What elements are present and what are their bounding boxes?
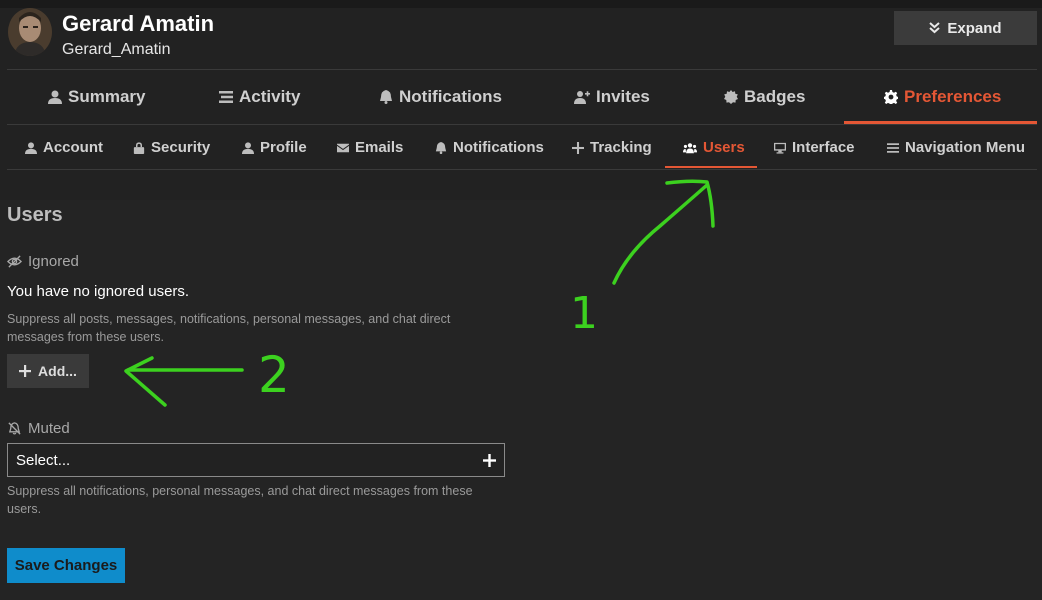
subtab-emails[interactable]: Emails <box>337 125 403 170</box>
tab-preferences[interactable]: Preferences <box>884 70 1001 124</box>
plus-icon <box>572 141 584 154</box>
gear-icon <box>884 90 898 104</box>
tab-invites[interactable]: Invites <box>574 70 650 124</box>
bell-icon <box>435 141 447 154</box>
subtab-navigation-menu-label: Navigation Menu <box>905 139 1026 156</box>
double-chevron-down-icon <box>929 22 941 34</box>
user-icon <box>25 141 37 154</box>
ignored-label: Ignored <box>7 253 79 270</box>
subtab-tracking[interactable]: Tracking <box>572 125 652 170</box>
subtab-profile[interactable]: Profile <box>242 125 307 170</box>
subtab-account-label: Account <box>43 139 103 156</box>
muted-label: Muted <box>7 420 70 437</box>
tab-activity-label: Activity <box>239 87 301 106</box>
add-ignored-button[interactable]: Add... <box>7 354 89 388</box>
subtab-security-label: Security <box>151 139 211 156</box>
certificate-icon <box>724 90 738 104</box>
top-strip <box>0 0 1042 8</box>
lock-icon <box>133 141 145 154</box>
tab-summary[interactable]: Summary <box>48 70 145 124</box>
plus-icon[interactable] <box>483 453 496 467</box>
expand-label: Expand <box>947 19 1002 37</box>
tab-notifications[interactable]: Notifications <box>379 70 502 124</box>
ignored-help-text: Suppress all posts, messages, notificati… <box>7 312 451 344</box>
section-title: Users <box>7 204 63 226</box>
subtab-interface-label: Interface <box>792 139 855 156</box>
secondary-nav: Account Security Profile Emails Notifica… <box>7 125 1037 170</box>
muted-label-text: Muted <box>28 420 70 437</box>
tab-invites-label: Invites <box>596 87 650 106</box>
subtab-users[interactable]: Users <box>683 125 745 170</box>
subtab-account[interactable]: Account <box>25 125 103 170</box>
page: Gerard Amatin Gerard_Amatin Expand Summa… <box>0 0 1042 600</box>
subtab-notifications[interactable]: Notifications <box>435 125 544 170</box>
ignored-label-text: Ignored <box>28 253 79 270</box>
user-icon <box>242 141 254 154</box>
subtab-navigation-menu[interactable]: Navigation Menu <box>887 125 1025 170</box>
ignored-empty-text: You have no ignored users. <box>7 283 190 300</box>
muted-select-text: Select... <box>16 451 71 469</box>
user-icon <box>48 90 62 104</box>
bell-icon <box>380 90 392 104</box>
envelope-icon <box>337 143 349 152</box>
subtab-interface[interactable]: Interface <box>774 125 855 170</box>
tab-preferences-label: Preferences <box>904 87 1002 106</box>
tab-summary-label: Summary <box>68 87 146 106</box>
avatar-image <box>8 8 52 56</box>
users-icon <box>683 142 697 153</box>
tab-badges-label: Badges <box>744 87 806 106</box>
eye-slash-icon <box>7 255 22 268</box>
tab-activity[interactable]: Activity <box>219 70 300 124</box>
subtab-security[interactable]: Security <box>133 125 210 170</box>
subtab-emails-label: Emails <box>355 139 404 156</box>
secondary-nav-active-indicator <box>665 166 757 168</box>
content-area <box>0 200 1042 600</box>
stream-icon <box>219 91 233 103</box>
avatar[interactable] <box>8 8 52 56</box>
tab-badges[interactable]: Badges <box>724 70 805 124</box>
bell-slash-icon <box>8 422 21 435</box>
user-username: Gerard_Amatin <box>62 41 171 58</box>
desktop-icon <box>774 142 786 154</box>
tab-notifications-label: Notifications <box>399 87 502 106</box>
primary-nav: Summary Activity Notifications Invites B… <box>7 70 1037 124</box>
add-ignored-label: Add... <box>38 363 77 379</box>
plus-icon <box>19 365 32 377</box>
subtab-users-label: Users <box>703 139 745 156</box>
user-full-name: Gerard Amatin <box>62 11 215 36</box>
muted-help-text: Suppress all notifications, personal mes… <box>7 484 473 516</box>
subtab-profile-label: Profile <box>260 139 307 156</box>
subtab-notifications-label: Notifications <box>453 139 544 156</box>
bars-icon <box>887 142 899 153</box>
save-changes-button[interactable]: Save Changes <box>7 548 125 583</box>
secondary-nav-divider <box>7 169 1037 170</box>
muted-users-select[interactable]: Select... <box>7 443 505 477</box>
subtab-tracking-label: Tracking <box>590 139 652 156</box>
expand-button[interactable]: Expand <box>894 11 1037 45</box>
user-plus-icon <box>574 91 590 104</box>
